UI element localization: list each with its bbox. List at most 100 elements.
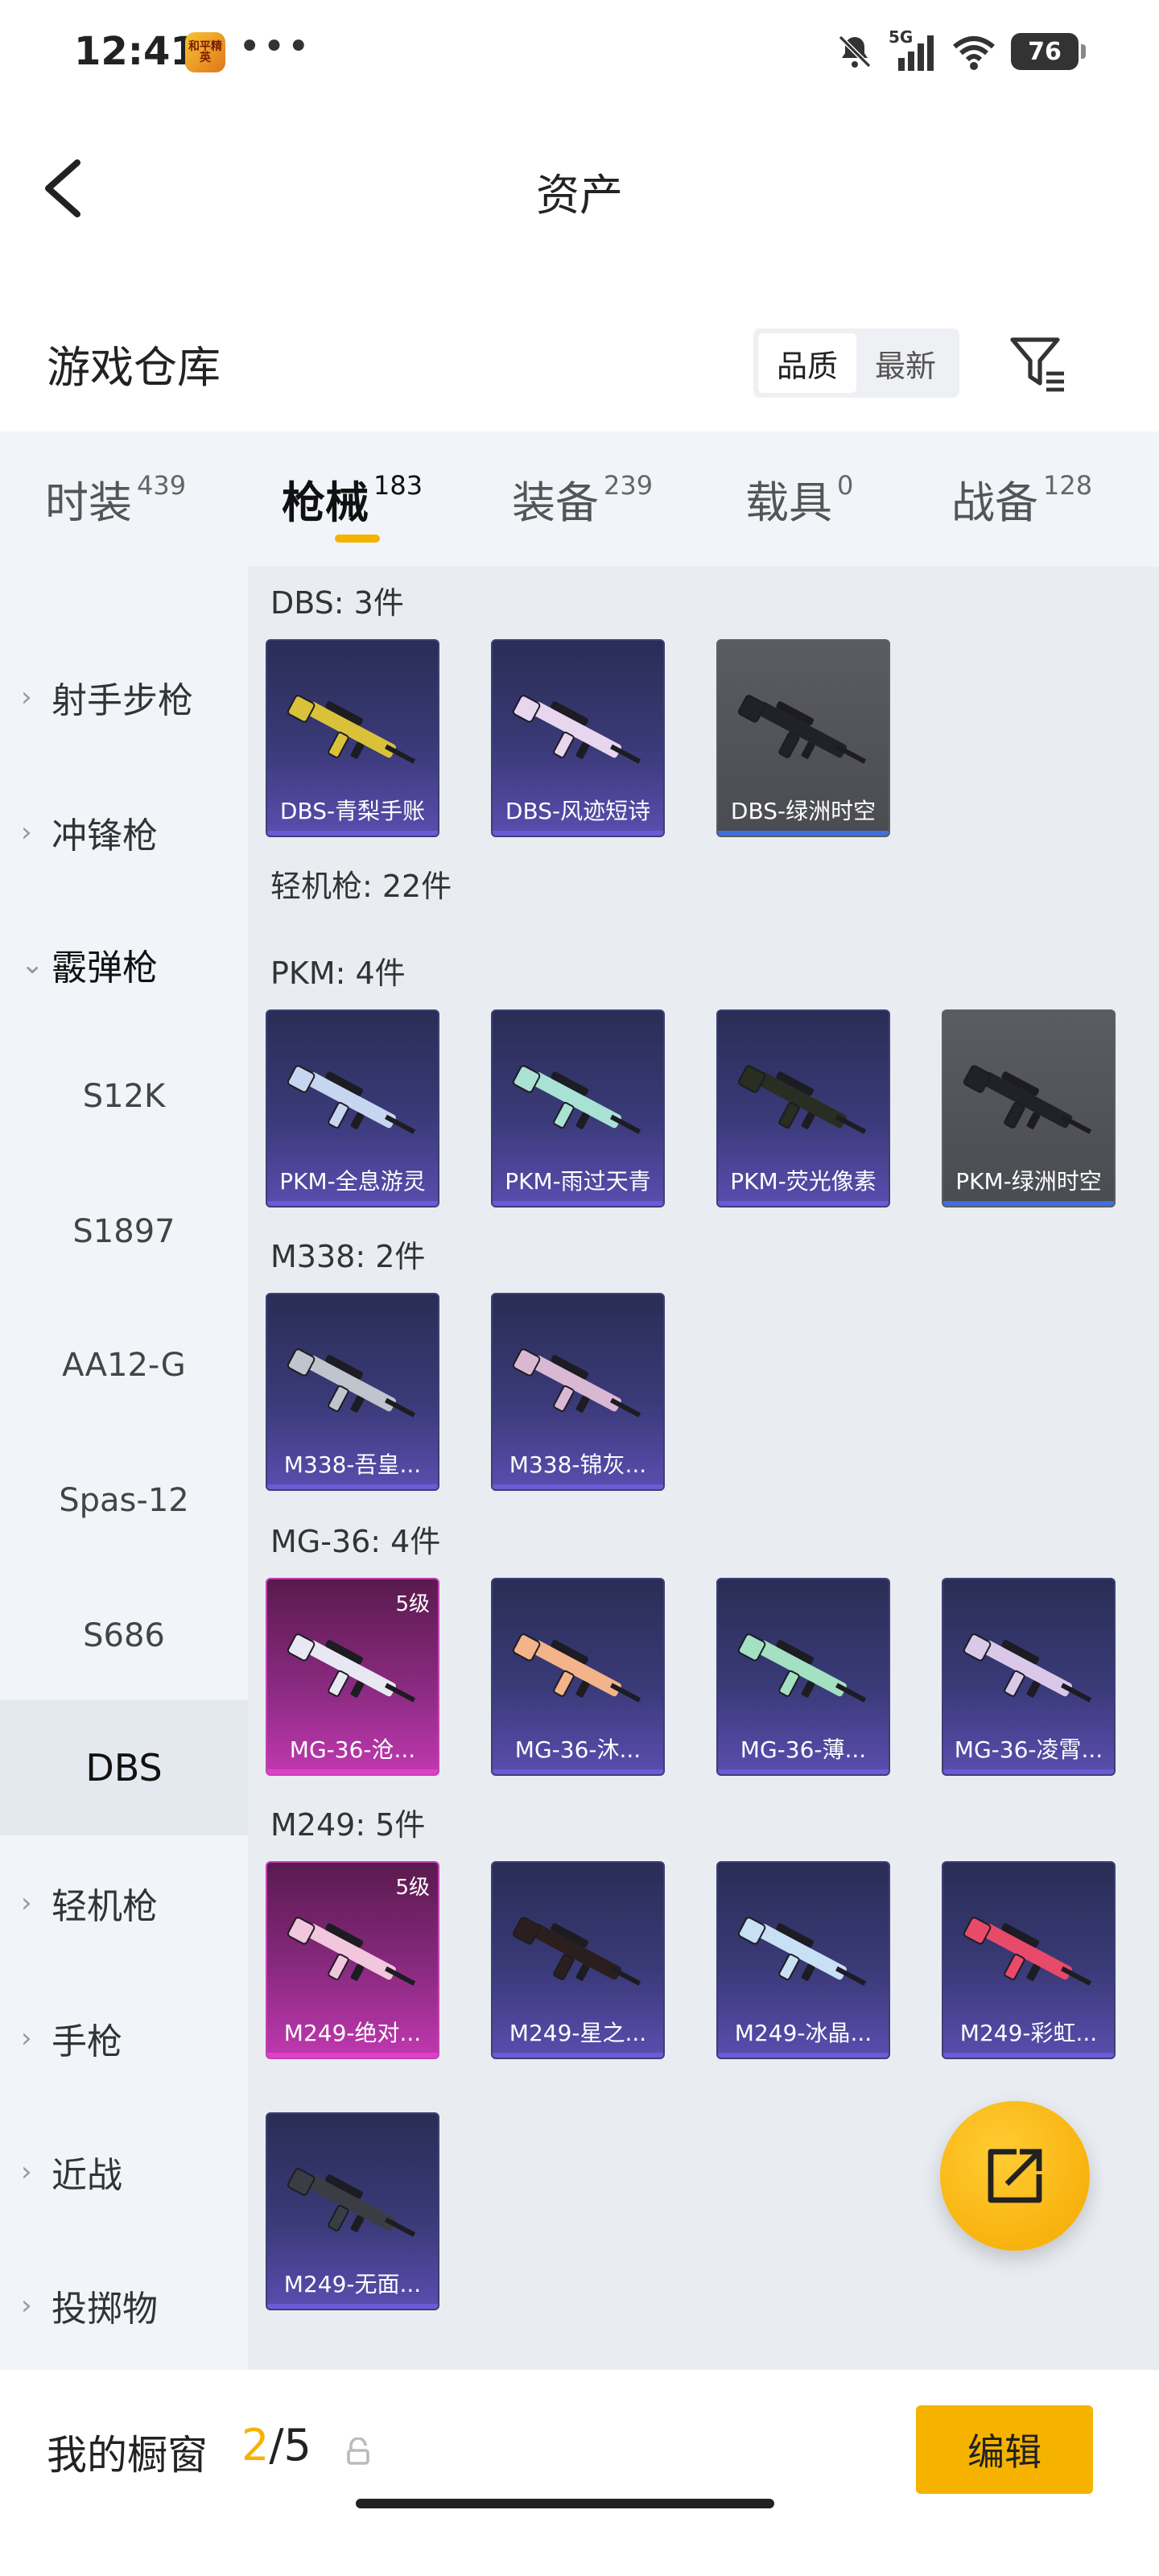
- weapon-skin-card[interactable]: PKM-荧光像素: [716, 1009, 890, 1208]
- tab-fashion[interactable]: 时装 439: [45, 467, 186, 530]
- external-link-icon: [988, 2149, 1042, 2203]
- rarity-bar: [493, 1484, 663, 1489]
- status-time: 12:41: [74, 29, 197, 74]
- weapon-skin-name: MG-36-沐...: [514, 1736, 641, 1763]
- sidebar-item-shotgun[interactable]: ⌄ 霰弹枪: [0, 897, 248, 1032]
- rarity-bar: [718, 1769, 889, 1774]
- status-bar: 12:41 和平精英 ••• 5G 76: [0, 0, 1159, 105]
- rarity-bar: [493, 2053, 663, 2058]
- tab-count: 128: [1043, 470, 1093, 501]
- weapon-skin-card[interactable]: DBS-风迹短诗: [491, 639, 665, 837]
- group-title: MG-36: 4件: [270, 1524, 441, 1559]
- chevron-right-icon: ›: [21, 681, 32, 713]
- sidebar-item-lmg[interactable]: › 轻机枪: [0, 1835, 248, 1971]
- weapon-skin-name: DBS-青梨手账: [279, 798, 426, 824]
- weapon-skin-card[interactable]: MG-36-薄...: [716, 1578, 890, 1776]
- weapon-skin-card[interactable]: PKM-全息游灵: [266, 1009, 439, 1208]
- sidebar-subitem-spas12[interactable]: Spas-12: [0, 1433, 248, 1568]
- weapon-skin-card[interactable]: DBS-绿洲时空: [716, 639, 890, 837]
- weapon-skin-name: PKM-荧光像素: [730, 1168, 876, 1195]
- tab-label: 时装: [45, 477, 132, 528]
- weapon-grid: DBS: 3件 DBS-青梨手账 DBS-风迹短诗 DBS-绿洲时空 轻机枪: 22件 P…: [248, 567, 1159, 2370]
- sidebar-subitem-s686[interactable]: S686: [0, 1568, 248, 1703]
- edit-button[interactable]: 编辑: [916, 2405, 1093, 2494]
- group-title: M338: 2件: [270, 1239, 426, 1274]
- sidebar-item-label: 射手步枪: [52, 680, 193, 721]
- showcase-total: /5: [269, 2420, 311, 2471]
- weapon-skin-card[interactable]: M249-无面...: [266, 2112, 439, 2310]
- filter-icon[interactable]: [1006, 330, 1070, 394]
- share-button[interactable]: [940, 2101, 1090, 2251]
- weapon-skin-name: MG-36-凌霄...: [954, 1736, 1103, 1763]
- chevron-right-icon: ›: [21, 1887, 32, 1919]
- mute-bell-icon: [838, 35, 872, 68]
- weapon-skin-image: [287, 1917, 416, 1986]
- weapon-skin-name: M249-冰晶...: [734, 2020, 872, 2046]
- category-tabs: 时装 439 枪械 183 装备 239 载具 0 战备 128: [0, 431, 1159, 567]
- tab-count: 0: [837, 470, 854, 501]
- sidebar-item-label: 近战: [52, 2155, 122, 2196]
- sidebar-item-throwable[interactable]: › 投掷物: [0, 2238, 248, 2373]
- sidebar-item-label: 投掷物: [52, 2289, 158, 2330]
- weapon-skin-image: [963, 1065, 1092, 1134]
- weapon-skin-card[interactable]: MG-36-沐...: [491, 1578, 665, 1776]
- weapon-skin-name: M249-绝对...: [283, 2020, 422, 2046]
- more-notifications-icon: •••: [238, 24, 311, 69]
- active-tab-indicator: [335, 535, 380, 543]
- weapon-skin-image: [512, 695, 641, 764]
- sort-quality-button[interactable]: 品质: [758, 333, 856, 393]
- weapon-skin-image: [287, 695, 416, 764]
- sidebar-subitem-s12k[interactable]: S12K: [0, 1029, 248, 1164]
- chevron-down-icon: ⌄: [21, 948, 44, 980]
- weapon-skin-image: [512, 1065, 641, 1134]
- weapon-skin-card[interactable]: PKM-雨过天青: [491, 1009, 665, 1208]
- weapon-skin-name: PKM-雨过天青: [505, 1168, 651, 1195]
- sort-toggle: 品质 最新: [753, 328, 959, 398]
- showcase-current: 2: [241, 2420, 270, 2471]
- section-title: 游戏仓库: [47, 342, 221, 393]
- weapon-skin-card[interactable]: M249-星之...: [491, 1861, 665, 2059]
- weapon-skin-image: [737, 1917, 867, 1986]
- tab-supplies[interactable]: 战备 128: [951, 467, 1092, 530]
- home-indicator: [356, 2499, 774, 2508]
- weapon-skin-card[interactable]: MG-36-凌霄...: [942, 1578, 1116, 1776]
- weapon-skin-card[interactable]: M338-吾皇...: [266, 1293, 439, 1491]
- tab-equipment[interactable]: 装备 239: [512, 467, 653, 530]
- weapon-skin-card[interactable]: 5级 MG-36-沧...: [266, 1578, 439, 1776]
- weapon-skin-name: DBS-风迹短诗: [505, 798, 651, 824]
- sidebar-subitem-s1897[interactable]: S1897: [0, 1164, 248, 1299]
- weapon-skin-image: [963, 1917, 1092, 1986]
- weapon-skin-name: PKM-全息游灵: [279, 1168, 426, 1195]
- rarity-bar: [493, 831, 663, 836]
- rarity-bar: [267, 831, 438, 836]
- weapon-skin-name: M249-星之...: [509, 2020, 647, 2046]
- chevron-right-icon: ›: [21, 2156, 32, 2188]
- weapon-skin-card[interactable]: 5级 M249-绝对...: [266, 1861, 439, 2059]
- sidebar-item-marksman-rifle[interactable]: › 射手步枪: [0, 630, 248, 765]
- rarity-bar: [267, 1484, 438, 1489]
- weapon-skin-card[interactable]: PKM-绿洲时空: [942, 1009, 1116, 1208]
- tab-label: 装备: [512, 477, 599, 528]
- sidebar-subitem-dbs[interactable]: DBS: [0, 1700, 248, 1835]
- tab-guns[interactable]: 枪械 183: [282, 467, 423, 530]
- weapon-skin-card[interactable]: M249-冰晶...: [716, 1861, 890, 2059]
- weapon-skin-name: MG-36-沧...: [289, 1736, 416, 1763]
- weapon-skin-name: M249-彩虹...: [959, 2020, 1098, 2046]
- rarity-bar: [267, 1201, 438, 1206]
- sidebar-item-melee[interactable]: › 近战: [0, 2104, 248, 2240]
- rarity-bar: [267, 2053, 438, 2058]
- sidebar-item-smg[interactable]: › 冲锋枪: [0, 765, 248, 900]
- sidebar-item-pistol[interactable]: › 手枪: [0, 1971, 248, 2106]
- weapon-skin-card[interactable]: DBS-青梨手账: [266, 639, 439, 837]
- tab-label: 战备: [951, 477, 1038, 528]
- weapon-skin-card[interactable]: M249-彩虹...: [942, 1861, 1116, 2059]
- weapon-skin-name: M249-无面...: [283, 2271, 422, 2297]
- weapon-skin-card[interactable]: M338-锦灰...: [491, 1293, 665, 1491]
- tab-vehicles[interactable]: 载具 0: [745, 467, 853, 530]
- sidebar-subitem-aa12g[interactable]: AA12-G: [0, 1298, 248, 1433]
- tab-count: 439: [137, 470, 187, 501]
- weapon-skin-image: [512, 1348, 641, 1418]
- weapon-category-sidebar: › 射手步枪 › 冲锋枪 ⌄ 霰弹枪 S12K S1897 AA12-G Spa…: [0, 567, 248, 2370]
- sort-newest-button[interactable]: 最新: [856, 333, 955, 393]
- weapon-skin-image: [512, 1917, 641, 1986]
